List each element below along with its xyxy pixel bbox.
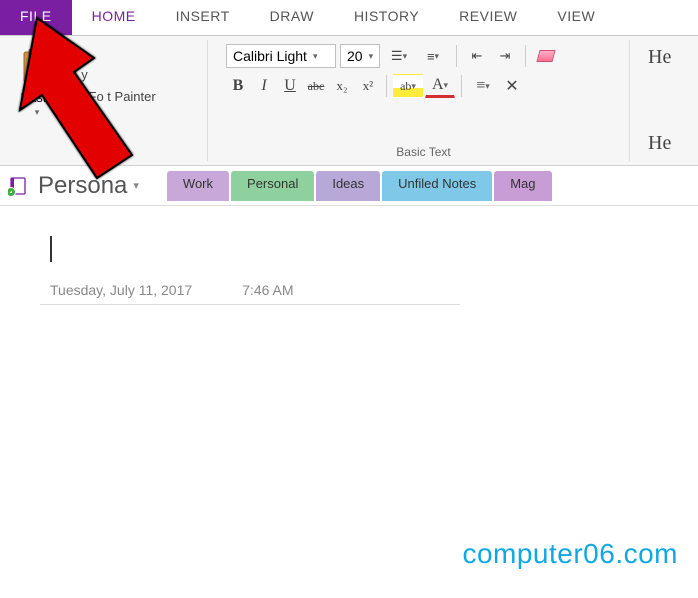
font-color-label: A bbox=[432, 76, 444, 94]
tab-draw[interactable]: DRAW bbox=[250, 0, 334, 35]
highlight-button[interactable]: ab▾ bbox=[393, 74, 423, 98]
font-name-select[interactable]: Calibri Light ▾ bbox=[226, 44, 336, 68]
eraser-button[interactable] bbox=[534, 44, 558, 68]
copy-label: y bbox=[81, 67, 88, 82]
paste-button[interactable]: Paste ▾ bbox=[16, 44, 58, 122]
scissors-icon: ✂ bbox=[66, 44, 77, 60]
copy-button[interactable]: ⧉ y bbox=[66, 66, 156, 82]
section-tab-work[interactable]: Work bbox=[167, 171, 229, 201]
section-tab-personal[interactable]: Personal bbox=[231, 171, 314, 201]
clipboard-group-label: Clipboar bbox=[16, 141, 199, 159]
heading1-style[interactable]: He bbox=[648, 46, 682, 69]
tab-file[interactable]: FILE bbox=[0, 0, 72, 35]
bold-button[interactable]: B bbox=[226, 74, 250, 98]
ribbon: Paste ▾ ✂ ⧉ y 🖌 Fo t Painter Clipboar bbox=[0, 36, 698, 166]
chevron-down-icon[interactable]: ▾ bbox=[133, 179, 139, 192]
notebook-bar: Persona ▾ Work Personal Ideas Unfiled No… bbox=[0, 166, 698, 206]
cut-button[interactable]: ✂ bbox=[66, 44, 156, 60]
outdent-button[interactable]: ⇤ bbox=[465, 44, 489, 68]
chevron-down-icon: ▾ bbox=[35, 107, 40, 118]
paste-label: Paste bbox=[20, 90, 53, 105]
paste-icon bbox=[20, 48, 54, 88]
highlight-label: ab bbox=[400, 79, 411, 94]
page-canvas[interactable]: Tuesday, July 11, 2017 7:46 AM bbox=[0, 206, 698, 305]
notebook-name[interactable]: Persona bbox=[38, 172, 127, 200]
section-tab-mag[interactable]: Mag bbox=[494, 171, 551, 201]
indent-button[interactable]: ⇥ bbox=[493, 44, 517, 68]
section-tabs: Work Personal Ideas Unfiled Notes Mag bbox=[167, 171, 554, 201]
separator bbox=[386, 75, 387, 97]
subscript-button[interactable]: x₂ bbox=[330, 74, 354, 98]
brush-icon: 🖌 bbox=[66, 88, 83, 104]
format-painter-button[interactable]: 🖌 Fo t Painter bbox=[66, 88, 156, 104]
font-size-select[interactable]: 20 ▾ bbox=[340, 44, 380, 68]
separator bbox=[525, 45, 526, 67]
tab-history[interactable]: HISTORY bbox=[334, 0, 439, 35]
italic-button[interactable]: I bbox=[252, 74, 276, 98]
copy-icon: ⧉ bbox=[66, 66, 75, 82]
align-button[interactable]: ≡▾ bbox=[468, 74, 498, 98]
tab-view[interactable]: VIEW bbox=[537, 0, 615, 35]
tab-home[interactable]: HOME bbox=[72, 0, 156, 35]
separator bbox=[461, 75, 462, 97]
clipboard-group: Paste ▾ ✂ ⧉ y 🖌 Fo t Painter Clipboar bbox=[8, 40, 208, 161]
separator bbox=[456, 45, 457, 67]
clear-formatting-button[interactable]: ✕ bbox=[500, 74, 524, 98]
watermark: computer06.com bbox=[462, 538, 678, 570]
section-tab-unfiled[interactable]: Unfiled Notes bbox=[382, 171, 492, 201]
font-name-value: Calibri Light bbox=[233, 48, 307, 64]
font-group: Calibri Light ▾ 20 ▾ ☰▾ ≡▾ ⇤ ⇥ B I U a bbox=[218, 40, 630, 161]
underline-button[interactable]: U bbox=[278, 74, 302, 98]
superscript-button[interactable]: x² bbox=[356, 74, 380, 98]
format-painter-label: Fo t Painter bbox=[89, 89, 156, 104]
heading2-style[interactable]: He bbox=[648, 132, 682, 155]
page-time: 7:46 AM bbox=[242, 282, 293, 298]
strike-button[interactable]: abc bbox=[304, 74, 328, 98]
page-date: Tuesday, July 11, 2017 bbox=[50, 282, 192, 298]
ribbon-tabs: FILE HOME INSERT DRAW HISTORY REVIEW VIE… bbox=[0, 0, 698, 36]
chevron-down-icon: ▾ bbox=[313, 51, 318, 62]
tab-insert[interactable]: INSERT bbox=[156, 0, 250, 35]
tab-review[interactable]: REVIEW bbox=[439, 0, 537, 35]
styles-group: He He bbox=[640, 40, 690, 161]
notebook-icon bbox=[8, 176, 28, 196]
text-cursor bbox=[50, 236, 52, 262]
bullet-list-button[interactable]: ☰▾ bbox=[384, 44, 414, 68]
font-size-value: 20 bbox=[347, 48, 363, 64]
number-list-button[interactable]: ≡▾ bbox=[418, 44, 448, 68]
eraser-icon bbox=[536, 50, 555, 62]
font-group-label: Basic Text bbox=[226, 141, 621, 159]
section-tab-ideas[interactable]: Ideas bbox=[316, 171, 380, 201]
chevron-down-icon: ▾ bbox=[369, 51, 374, 62]
font-color-button[interactable]: A▾ bbox=[425, 74, 455, 98]
page-meta: Tuesday, July 11, 2017 7:46 AM bbox=[40, 272, 460, 305]
